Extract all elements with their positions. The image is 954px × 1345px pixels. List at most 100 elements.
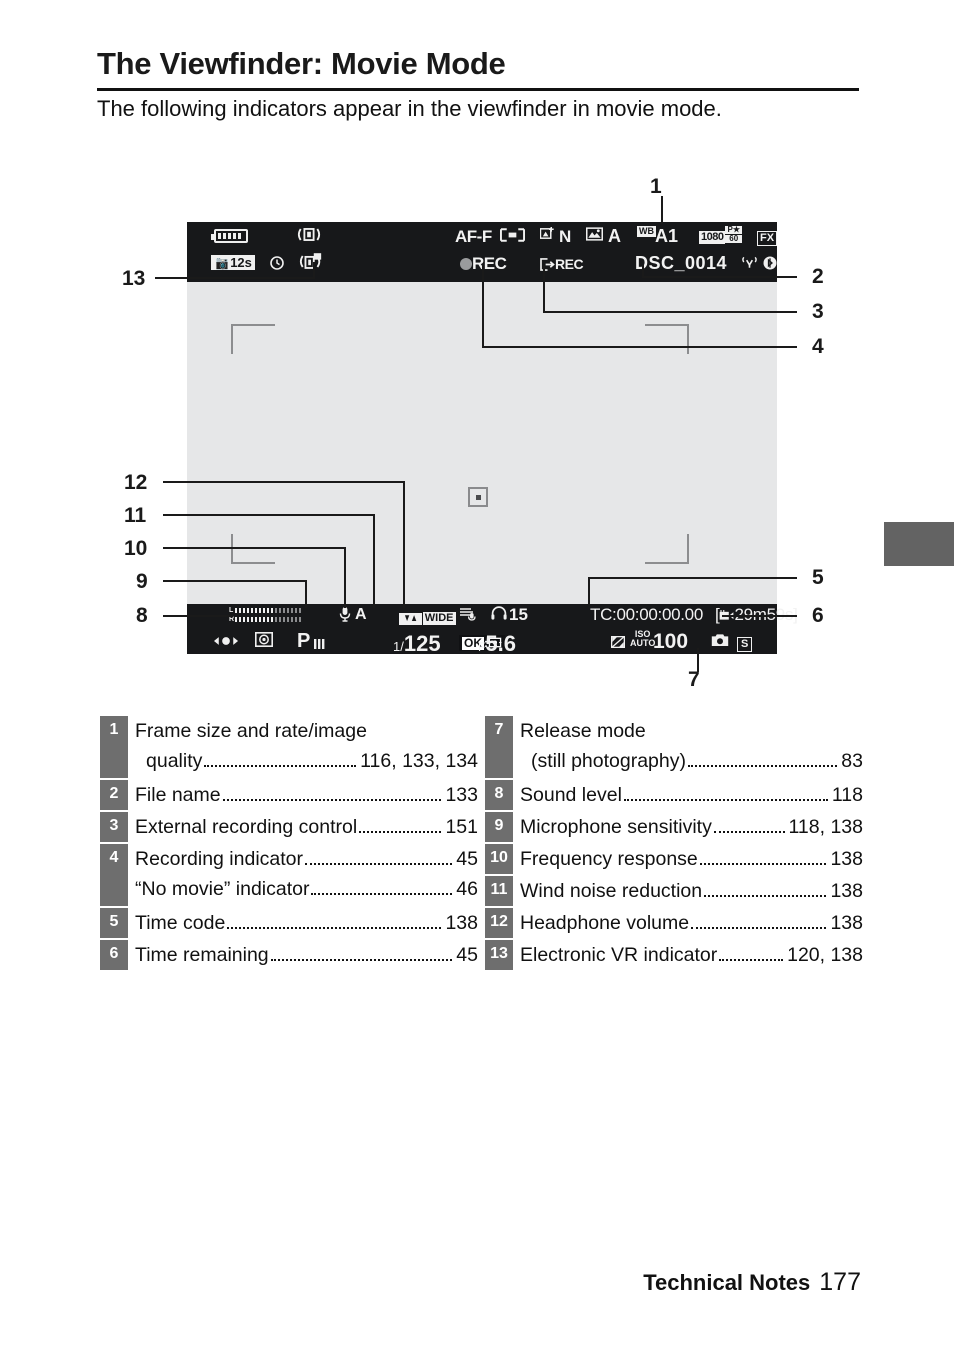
legend-item-label: Microphone sensitivity: [520, 816, 712, 838]
page: The Viewfinder: Movie Mode The following…: [0, 0, 954, 1345]
external-recording-control: REC: [540, 256, 584, 274]
callout-10: 10: [124, 537, 148, 560]
leader-line-10-v: [344, 547, 346, 608]
sound-level-left-label: L: [229, 607, 234, 614]
legend-line: “No movie” indicator 46: [135, 874, 478, 904]
picture-control-value: A: [608, 226, 621, 246]
footer-page-number: 177: [819, 1268, 861, 1296]
callout-6: 6: [812, 604, 824, 627]
leader-line-8-h: [163, 615, 233, 617]
legend-leader-dots: [311, 893, 453, 895]
legend-text: Microphone sensitivity 118, 138: [513, 812, 863, 842]
legend-number: 13: [485, 940, 513, 970]
white-balance-value: A1: [655, 226, 679, 246]
shutter-speed: 1/125: [393, 631, 441, 657]
legend-leader-dots: [227, 927, 442, 929]
legend-number: 2: [100, 780, 128, 810]
flexible-program-icon: [314, 636, 326, 654]
legend-text: Recording indicator 45 “No movie” indicato…: [128, 844, 478, 904]
legend-text: Electronic VR indicator 120, 138: [513, 940, 863, 970]
callout-12: 12: [124, 471, 148, 494]
callout-2: 2: [812, 265, 824, 288]
leader-line-11-h: [163, 514, 375, 516]
legend-item-label: Recording indicator: [135, 848, 304, 870]
legend-line: Microphone sensitivity 118, 138: [520, 812, 863, 842]
frame-corner-br-h: [645, 562, 689, 564]
frame-corner-tr-v: [687, 324, 689, 354]
legend-number: 10: [485, 844, 513, 874]
legend-text: Release mode (still photography) 83: [513, 716, 863, 776]
legend-number: 6: [100, 940, 128, 970]
callout-1: 1: [650, 175, 662, 198]
legend-line: Frame size and rate/image: [135, 716, 478, 746]
leader-line-4-v: [482, 265, 484, 347]
shutter-speed-value: 125: [403, 631, 441, 656]
legend-page-ref: 83: [841, 750, 863, 772]
callout-9: 9: [136, 570, 148, 593]
iso-auto-label: AUTO: [630, 638, 656, 648]
legend-line: External recording control 151: [135, 812, 478, 842]
legend-line: File name 133: [135, 780, 478, 810]
leader-line-12-h: [163, 481, 405, 483]
focus-mode-indicator: AF-F: [455, 227, 492, 246]
legend-text: File name 133: [128, 780, 478, 810]
legend-number: 4: [100, 844, 128, 906]
leader-line-4-h: [482, 346, 797, 348]
time-code: TC:00:00:00.00: [590, 605, 703, 625]
legend-line: Headphone volume 138: [520, 908, 863, 938]
metering-icon: [255, 632, 273, 652]
legend-leader-dots: [204, 765, 357, 767]
wifi-icon: [741, 256, 758, 275]
legend-item-label: Sound level: [520, 784, 622, 806]
legend-row: 6 Time remaining 45: [100, 940, 478, 970]
focus-indicator-icon: [213, 634, 240, 652]
legend-number: 3: [100, 812, 128, 842]
legend-leader-dots: [222, 799, 442, 801]
legend-text: External recording control 151: [128, 812, 478, 842]
legend-number: 11: [485, 876, 513, 906]
legend-page-ref: 45: [456, 944, 478, 966]
sound-level-meter: L R: [229, 607, 327, 630]
legend-page-ref: 138: [830, 848, 863, 870]
frequency-response-value: WIDE: [422, 612, 456, 625]
legend-line: Time remaining 45: [135, 940, 478, 970]
legend-row: 7 Release mode (still photography) 83: [485, 716, 863, 778]
shutter-speed-numerator: 1/: [393, 639, 404, 654]
legend-text: Frequency response 138: [513, 844, 863, 874]
legend-item-label: Headphone volume: [520, 912, 690, 934]
camera-icon: [711, 633, 729, 652]
legend-page-ref: 46: [456, 878, 478, 900]
viewfinder-top-row-1: AF-F N A WB A1 1080 P★ 60 FX: [187, 224, 778, 252]
frame-rate-bottom: 60: [725, 235, 742, 243]
frame-corner-bl-v: [231, 534, 233, 564]
release-mode-indicator: S: [737, 634, 753, 652]
callout-7: 7: [688, 668, 700, 691]
af-area-mode-icon: [500, 228, 525, 247]
legend-row: 9 Microphone sensitivity 118, 138: [485, 812, 863, 842]
legend-item-label: Time remaining: [135, 944, 269, 966]
legend-row: 12 Headphone volume 138: [485, 908, 863, 938]
leader-line-9-h: [163, 580, 307, 582]
time-code-value: 00:00:00.00: [616, 605, 703, 624]
leader-line-5-v: [588, 577, 590, 605]
legend-leader-dots: [704, 895, 827, 897]
legend-column-left: 1 Frame size and rate/image quality 116, 13…: [100, 716, 478, 972]
legend-row: 10 Frequency response 138: [485, 844, 863, 874]
exposure-mode: P: [297, 630, 311, 652]
legend-leader-dots: [699, 863, 827, 865]
legend-row: 8 Sound level 118: [485, 780, 863, 810]
leader-line-1: [661, 196, 663, 224]
legend-page-ref: 138: [830, 912, 863, 934]
legend-column-right: 7 Release mode (still photography) 83 8 Sound…: [485, 716, 863, 972]
legend-number: 12: [485, 908, 513, 938]
leader-line-13-h: [155, 277, 315, 279]
legend-page-ref: 138: [830, 880, 863, 902]
legend-line: Sound level 118: [520, 780, 863, 810]
legend-line: (still photography) 83: [520, 746, 863, 776]
legend-item-label: File name: [135, 784, 221, 806]
leader-line-2-h: [642, 276, 797, 278]
battery-icon: [211, 229, 248, 248]
legend-item-label: Time code: [135, 912, 226, 934]
leader-line-10-h: [163, 547, 346, 549]
viewfinder-figure: OK: AF-F N A WB A1 1080 P★ 60 FX 📷 12s R…: [0, 0, 954, 691]
